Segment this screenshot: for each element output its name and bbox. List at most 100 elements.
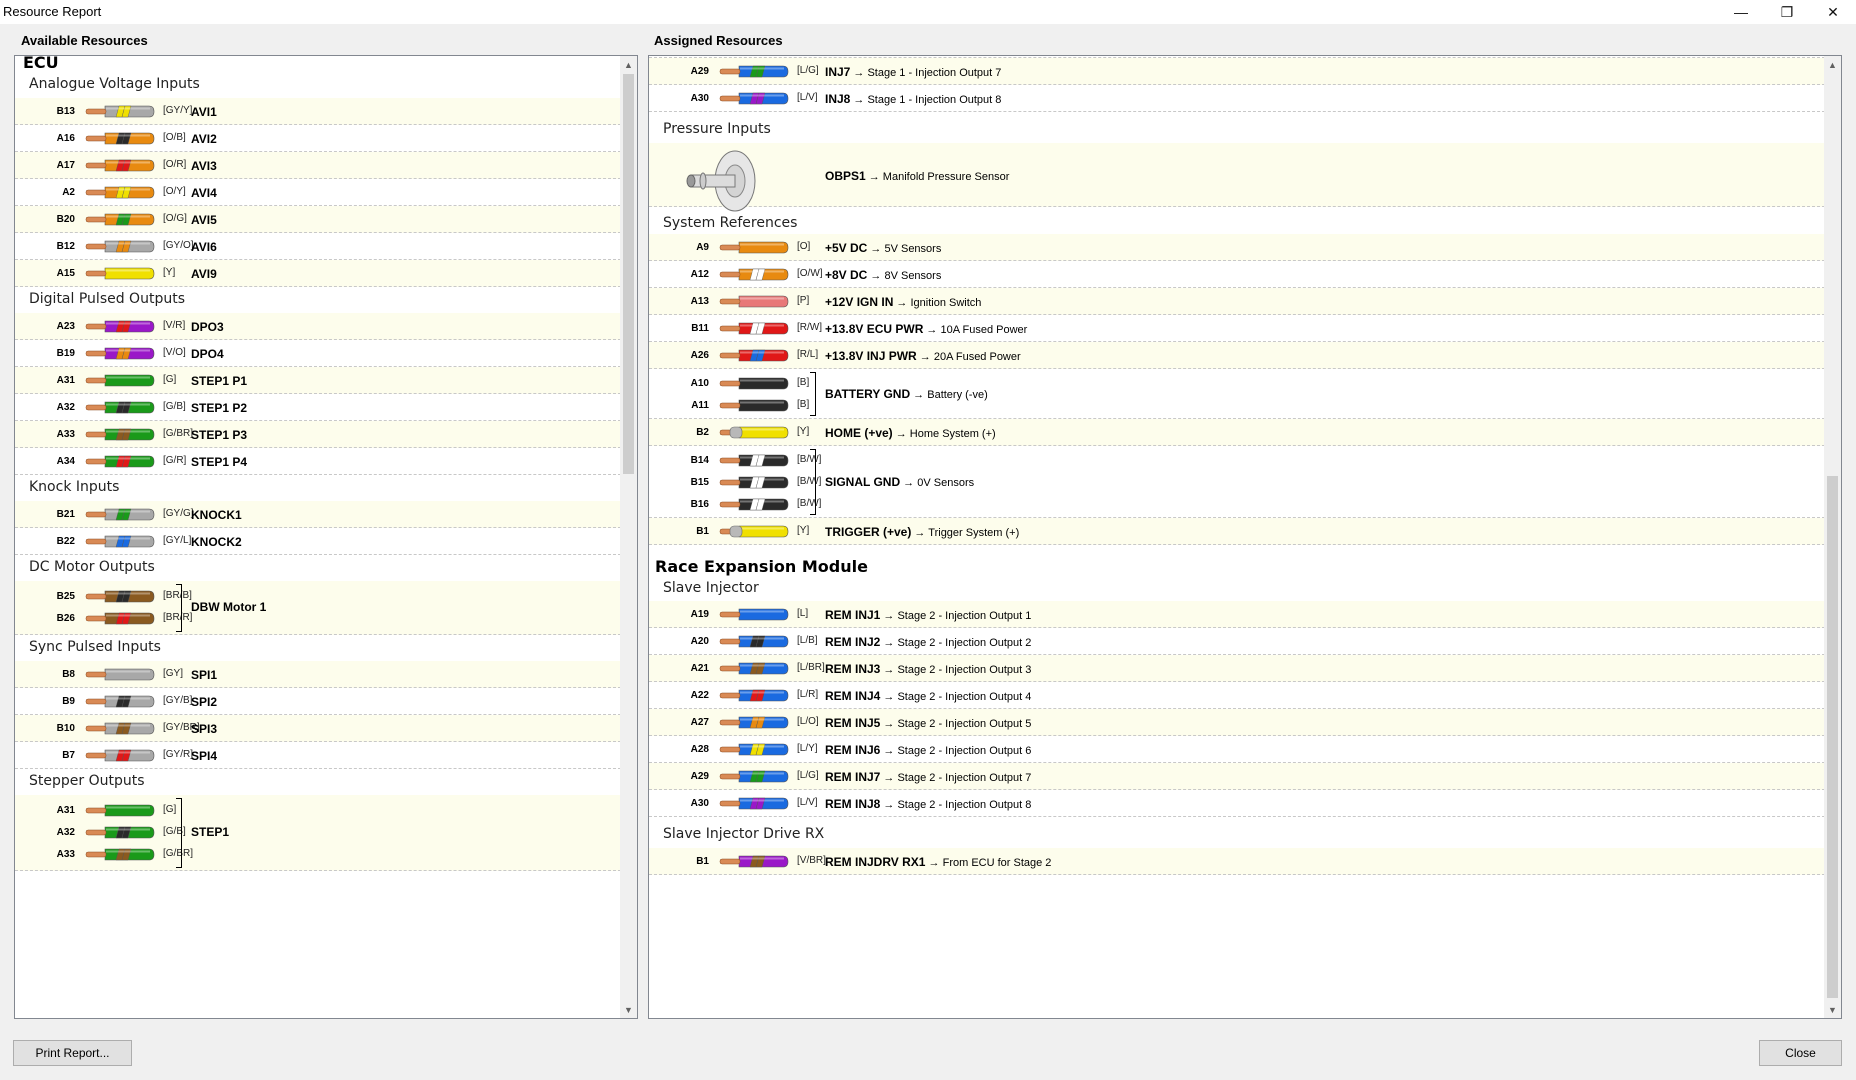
resource-row[interactable]: A22 [L/R] REM INJ4 → Stage 2 - Injection O…: [649, 682, 1825, 709]
wire-color-code: [R/L]: [797, 349, 819, 360]
wire-entry: A31 [G]: [15, 800, 215, 820]
scroll-up-arrow-icon[interactable]: ▲: [1824, 56, 1841, 73]
scroll-up-arrow-icon[interactable]: ▲: [620, 56, 637, 73]
resource-row[interactable]: B8 [GY] SPI1: [15, 661, 621, 688]
pin-label: A11: [691, 400, 709, 411]
wire-icon: [85, 159, 155, 172]
signal-name: AVI2: [191, 132, 217, 146]
pin-label: A29: [690, 66, 709, 77]
resource-row[interactable]: A2 [O/Y] AVI4: [15, 179, 621, 206]
resource-row[interactable]: A19 [L] REM INJ1 → Stage 2 - Injection Out…: [649, 601, 1825, 628]
wire-icon: [719, 498, 789, 511]
print-report-button[interactable]: Print Report...: [13, 1040, 132, 1066]
wire-color-code: [GY/L]: [163, 535, 192, 546]
resource-row[interactable]: A27 [L/O] REM INJ5 → Stage 2 - Injection O…: [649, 709, 1825, 736]
wire-icon: [85, 695, 155, 708]
pin-label: A9: [696, 242, 709, 253]
signal-destination: → Stage 1 - Injection Output 7: [850, 67, 1002, 79]
wire-icon: [719, 454, 789, 467]
wire-icon: [85, 267, 155, 280]
resource-row[interactable]: A32 [G/B] STEP1 P2: [15, 394, 621, 421]
restore-icon[interactable]: ❐: [1764, 0, 1810, 24]
resource-row[interactable]: A10 [B] A11 [B] BATTERY GND → Battery (-ve): [649, 369, 1825, 419]
signal-destination: → Stage 2 - Injection Output 6: [880, 745, 1032, 757]
wire-color-code: [G/B]: [163, 401, 186, 412]
resource-row[interactable]: A26 [R/L] +13.8V INJ PWR → 20A Fused Power: [649, 342, 1825, 369]
wire-entry: A32 [G/B]: [15, 397, 215, 417]
resource-row[interactable]: B12 [GY/O] AVI6: [15, 233, 621, 260]
wire-entry: A26 [R/L]: [649, 345, 849, 365]
scroll-down-arrow-icon[interactable]: ▼: [1824, 1001, 1841, 1018]
scroll-thumb[interactable]: [1827, 476, 1838, 998]
signal-name: SPI2: [191, 695, 218, 709]
resource-row[interactable]: A30 [L/V] INJ8 → Stage 1 - Injection Outpu…: [649, 85, 1825, 112]
resource-row[interactable]: B25 [BR/B] B26 [BR/R] DBW Motor 1: [15, 581, 621, 635]
resource-row[interactable]: A9 [O] +5V DC → 5V Sensors: [649, 234, 1825, 261]
wire-icon: [85, 455, 155, 468]
close-button[interactable]: Close: [1759, 1040, 1842, 1066]
scroll-down-arrow-icon[interactable]: ▼: [620, 1001, 637, 1018]
wire-color-code: [L/V]: [797, 797, 818, 808]
wire-icon: [719, 241, 789, 254]
resource-row[interactable]: A13 [P] +12V IGN IN → Ignition Switch: [649, 288, 1825, 315]
wire-color-code: [GY/O]: [163, 240, 194, 251]
resource-row[interactable]: B1 [Y] TRIGGER (+ve) → Trigger System (+): [649, 518, 1825, 545]
resource-row[interactable]: B14 [B/W] B15 [B/W] B16 [B/W] SIGNAL GND → 0V …: [649, 446, 1825, 518]
resource-row[interactable]: A31 [G] STEP1 P1: [15, 367, 621, 394]
resource-row[interactable]: A29 [L/G] INJ7 → Stage 1 - Injection Outpu…: [649, 58, 1825, 85]
resource-row[interactable]: B1 [V/BR] REM INJDRV RX1 → From ECU for St…: [649, 848, 1825, 875]
signal-destination: → Stage 2 - Injection Output 4: [880, 691, 1032, 703]
wire-entry: A16 [O/B]: [15, 128, 215, 148]
signal-destination: → Ignition Switch: [893, 296, 982, 309]
resource-row[interactable]: A16 [O/B] AVI2: [15, 125, 621, 152]
resource-row[interactable]: A21 [L/BR] REM INJ3 → Stage 2 - Injection …: [649, 655, 1825, 682]
resource-row[interactable]: B19 [V/O] DPO4: [15, 340, 621, 367]
wire-icon: [719, 426, 789, 439]
resource-row[interactable]: A23 [V/R] DPO3: [15, 313, 621, 340]
resource-row[interactable]: B11 [R/W] +13.8V ECU PWR → 10A Fused Power: [649, 315, 1825, 342]
resource-row[interactable]: A33 [G/BR] STEP1 P3: [15, 421, 621, 448]
signal-name: SIGNAL GND → 0V Sensors: [825, 475, 975, 489]
wire-icon: [85, 374, 155, 387]
resource-row[interactable]: A17 [O/R] AVI3: [15, 152, 621, 179]
resource-row[interactable]: B21 [GY/G] KNOCK1: [15, 501, 621, 528]
close-icon[interactable]: ✕: [1810, 0, 1856, 24]
wire-icon: [85, 132, 155, 145]
signal-name: STEP1 P2: [191, 401, 248, 415]
left-scrollbar[interactable]: ▲ ▼: [620, 56, 637, 1018]
resource-row[interactable]: A30 [L/V] REM INJ8 → Stage 2 - Injection O…: [649, 790, 1825, 817]
signal-name: +5V DC → 5V Sensors: [825, 240, 942, 255]
wire-icon: [85, 590, 155, 603]
resource-row[interactable]: A31 [G] A32 [G/B] A33 [G/BR] STEP1: [15, 795, 621, 871]
resource-row[interactable]: A15 [Y] AVI9: [15, 260, 621, 287]
wire-entry: A21 [L/BR]: [649, 658, 849, 678]
minimize-icon[interactable]: —: [1718, 0, 1764, 24]
signal-name: REM INJ8 → Stage 2 - Injection Output 8: [825, 797, 1032, 811]
resource-row[interactable]: A34 [G/R] STEP1 P4: [15, 448, 621, 475]
section-heading: System References: [663, 215, 798, 231]
resource-row[interactable]: B13 [GY/Y] AVI1: [15, 98, 621, 125]
resource-row[interactable]: B22 [GY/L] KNOCK2: [15, 528, 621, 555]
resource-row[interactable]: B9 [GY/B] SPI2: [15, 688, 621, 715]
signal-name: SPI1: [191, 668, 218, 682]
resource-row[interactable]: B10 [GY/BR] SPI3: [15, 715, 621, 742]
right-scrollbar[interactable]: ▲ ▼: [1824, 56, 1841, 1018]
wire-entry: A29 [L/G]: [649, 766, 849, 786]
wire-entry: B1 [V/BR]: [649, 851, 849, 871]
signal-name: DPO3: [191, 320, 224, 334]
resource-row[interactable]: A12 [O/W] +8V DC → 8V Sensors: [649, 261, 1825, 288]
wire-entry: B20 [O/G]: [15, 209, 215, 229]
wire-icon: [719, 399, 789, 412]
wire-color-code: [L/O]: [797, 716, 819, 727]
section-heading: Analogue Voltage Inputs: [29, 76, 200, 92]
resource-row[interactable]: A20 [L/B] REM INJ2 → Stage 2 - Injection O…: [649, 628, 1825, 655]
resource-row[interactable]: A29 [L/G] REM INJ7 → Stage 2 - Injection O…: [649, 763, 1825, 790]
resource-row[interactable]: B2 [Y] HOME (+ve) → Home System (+): [649, 419, 1825, 446]
pin-label: A29: [690, 771, 709, 782]
resource-row[interactable]: OBPS1 → Manifold Pressure Sensor: [649, 143, 1825, 212]
scroll-thumb[interactable]: [623, 74, 634, 474]
resource-row[interactable]: B20 [O/G] AVI5: [15, 206, 621, 233]
signal-name: REM INJ1 → Stage 2 - Injection Output 1: [825, 608, 1032, 622]
resource-row[interactable]: A28 [L/Y] REM INJ6 → Stage 2 - Injection O…: [649, 736, 1825, 763]
resource-row[interactable]: B7 [GY/R] SPI4: [15, 742, 621, 769]
